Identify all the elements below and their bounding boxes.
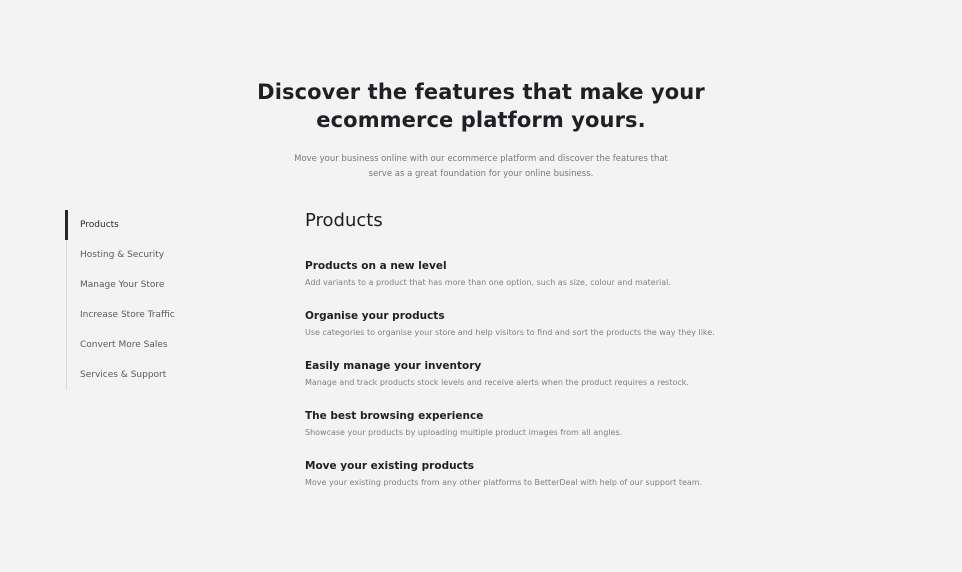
sidebar-item-label: Services & Support [80,370,167,380]
sidebar-item-manage-your-store[interactable]: Manage Your Store [67,270,257,300]
feature-list: Products on a new level Add variants to … [305,258,865,499]
feature-title: Easily manage your inventory [305,360,482,372]
sidebar-item-products[interactable]: Products [65,210,257,240]
sidebar-item-label: Hosting & Security [80,250,165,260]
page-title: Discover the features that make your eco… [257,80,705,132]
list-item: The best browsing experience Showcase yo… [305,408,865,449]
page-subtitle: Move your business online with our ecomm… [294,154,668,179]
sidebar-item-label: Manage Your Store [80,280,165,290]
feature-description: Showcase your products by uploading mult… [305,428,623,437]
hero-section: Discover the features that make your eco… [0,78,962,182]
feature-title: Organise your products [305,310,445,322]
sidebar-item-label: Convert More Sales [80,340,168,350]
feature-description: Manage and track products stock levels a… [305,378,689,387]
feature-category-nav: Products Hosting & Security Manage Your … [65,210,257,390]
feature-description: Move your existing products from any oth… [305,478,703,487]
list-item: Organise your products Use categories to… [305,308,865,349]
sidebar-item-label: Increase Store Traffic [80,310,175,320]
list-item: Products on a new level Add variants to … [305,258,865,299]
feature-title: Products on a new level [305,260,447,272]
section-title: Products [305,210,383,231]
feature-description: Use categories to organise your store an… [305,328,715,337]
sidebar-item-increase-store-traffic[interactable]: Increase Store Traffic [67,300,257,330]
sidebar-item-convert-more-sales[interactable]: Convert More Sales [67,330,257,360]
sidebar-item-services-support[interactable]: Services & Support [67,360,257,390]
feature-content-panel: Products Products on a new level Add var… [305,208,865,508]
feature-title: The best browsing experience [305,410,484,422]
list-item: Easily manage your inventory Manage and … [305,358,865,399]
sidebar-item-hosting-security[interactable]: Hosting & Security [67,240,257,270]
list-item: Move your existing products Move your ex… [305,458,865,499]
sidebar-item-label: Products [80,220,119,230]
feature-title: Move your existing products [305,460,475,472]
feature-description: Add variants to a product that has more … [305,278,671,287]
